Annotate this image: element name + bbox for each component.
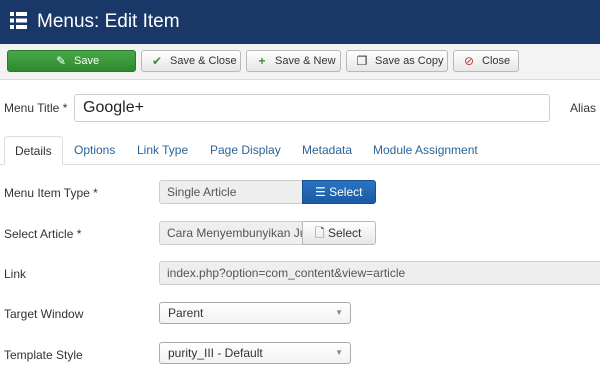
target-window-select[interactable]: Parent ▼ (159, 302, 351, 324)
save-as-copy-button[interactable]: ❐ Save as Copy (346, 50, 448, 72)
menu-title-input[interactable]: Google+ (74, 94, 550, 122)
select-article-label: Select Article * (4, 227, 82, 241)
close-button[interactable]: ⊘ Close (453, 50, 519, 72)
tab-link-type[interactable]: Link Type (137, 136, 188, 165)
list-icon: ☰ (315, 185, 326, 199)
tab-module-assignment[interactable]: Module Assignment (373, 136, 478, 165)
menu-item-type-label: Menu Item Type * (4, 186, 98, 200)
menu-title-label: Menu Title * (4, 101, 68, 115)
select-article-field: Cara Menyembunyikan Ju (159, 221, 303, 245)
file-icon: 🗋 (315, 226, 325, 240)
tab-details[interactable]: Details (4, 136, 63, 165)
save-copy-label: Save as Copy (375, 55, 444, 67)
save-close-button[interactable]: ✔ Save & Close (141, 50, 241, 72)
check-icon: ✔ (151, 54, 163, 68)
plus-icon: + (258, 54, 266, 68)
link-label: Link (4, 267, 27, 281)
save-new-label: Save & New (275, 55, 336, 67)
template-style-label: Template Style (4, 348, 83, 362)
tab-metadata[interactable]: Metadata (302, 136, 352, 165)
template-style-select[interactable]: purity_III - Default ▼ (159, 342, 351, 364)
tab-options[interactable]: Options (74, 136, 115, 165)
link-field: index.php?option=com_content&view=articl… (159, 261, 600, 285)
select-article-button[interactable]: 🗋 Select (302, 221, 376, 245)
menu-item-type-select-button[interactable]: ☰ Select (302, 180, 376, 204)
target-window-label: Target Window (4, 307, 84, 321)
menu-item-type-select-label: Select (329, 185, 363, 199)
chevron-down-icon: ▼ (335, 308, 343, 317)
select-article-button-label: Select (328, 226, 362, 240)
save-close-label: Save & Close (170, 55, 237, 67)
alias-label: Alias (570, 101, 597, 115)
edit-icon: ✎ (55, 54, 67, 68)
app-header: Menus: Edit Item (0, 0, 600, 44)
close-label: Close (482, 55, 511, 67)
cancel-circle-icon: ⊘ (463, 54, 475, 68)
save-label: Save (74, 55, 100, 67)
template-style-value: purity_III - Default (168, 346, 263, 360)
save-new-button[interactable]: + Save & New (246, 50, 341, 72)
page-title: Menus: Edit Item (37, 11, 180, 32)
chevron-down-icon: ▼ (335, 348, 343, 357)
menu-list-icon (10, 12, 27, 29)
save-button[interactable]: ✎ Save (7, 50, 136, 72)
menu-item-type-field: Single Article (159, 180, 303, 204)
copy-icon: ❐ (356, 54, 368, 68)
target-window-value: Parent (168, 306, 204, 320)
tab-page-display[interactable]: Page Display (210, 136, 281, 165)
